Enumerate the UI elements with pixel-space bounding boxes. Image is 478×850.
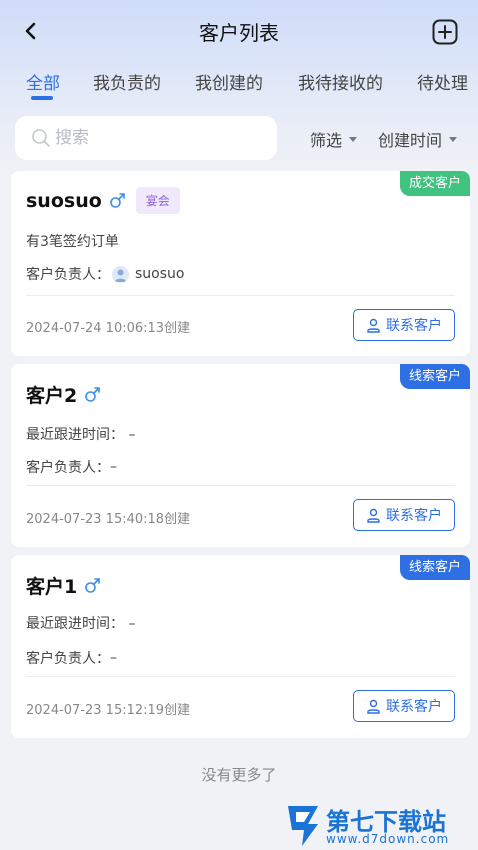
avatar xyxy=(112,265,129,283)
plus-square-icon xyxy=(432,19,458,45)
person-icon xyxy=(367,508,380,523)
order-info: 有3笔签约订单 xyxy=(26,234,119,250)
filter-dropdown[interactable]: 筛选 xyxy=(310,127,358,151)
owner-name: – xyxy=(110,650,117,666)
owner-label: 客户负责人： xyxy=(26,651,110,667)
male-icon xyxy=(85,387,101,402)
customer-status-tag: 成交客户 xyxy=(399,171,470,196)
tab-my-created[interactable]: 我创建的 xyxy=(195,69,263,94)
person-icon xyxy=(367,699,380,714)
card-divider xyxy=(26,676,455,677)
customer-name-row: 客户1 xyxy=(26,572,101,599)
watermark-logo-icon xyxy=(288,806,318,846)
add-customer-button[interactable] xyxy=(432,19,458,45)
watermark-url: www.d7down.com xyxy=(326,832,450,846)
created-time: 2024-07-23 15:40:18创建 xyxy=(26,512,191,527)
owner-row: 客户负责人： suosuo xyxy=(26,264,184,284)
person-icon xyxy=(367,318,380,333)
user-avatar-icon xyxy=(115,269,126,282)
owner-name: – xyxy=(110,459,117,475)
tab-to-process[interactable]: 待处理 xyxy=(417,69,468,94)
customer-status-tag: 线索客户 xyxy=(399,364,470,389)
last-followup: 最近跟进时间： – xyxy=(26,616,136,632)
contact-label: 联系客户 xyxy=(386,699,442,715)
caret-down-icon xyxy=(349,136,358,142)
tab-my-responsible[interactable]: 我负责的 xyxy=(93,69,161,94)
created-time: 2024-07-24 10:06:13创建 xyxy=(26,321,191,336)
search-icon xyxy=(32,129,50,147)
contact-label: 联系客户 xyxy=(386,508,442,524)
owner-row: 客户负责人： – xyxy=(26,648,117,668)
active-tab-indicator xyxy=(31,96,53,100)
filter-tabs: 全部 我负责的 我创建的 我待接收的 待处理 xyxy=(0,62,478,102)
top-bar: 客户列表 xyxy=(0,0,478,62)
contact-customer-button[interactable]: 联系客户 xyxy=(353,690,455,722)
male-icon xyxy=(109,193,125,208)
search-input[interactable] xyxy=(55,128,255,148)
caret-down-icon xyxy=(449,136,458,142)
search-bar[interactable] xyxy=(15,116,277,160)
contact-label: 联系客户 xyxy=(386,318,442,334)
customer-name: 客户2 xyxy=(26,385,78,407)
page-title: 客户列表 xyxy=(199,21,279,45)
customer-name-row: 客户2 xyxy=(26,381,101,408)
owner-label: 客户负责人： xyxy=(26,267,110,283)
customer-name: suosuo xyxy=(26,189,102,212)
sort-label: 创建时间 xyxy=(378,131,443,150)
tab-pending-receive[interactable]: 我待接收的 xyxy=(298,69,383,94)
contact-customer-button[interactable]: 联系客户 xyxy=(353,309,455,341)
owner-label: 客户负责人： xyxy=(26,460,110,476)
customer-name-row: suosuo 宴会 xyxy=(26,187,180,214)
customer-card[interactable]: 成交客户 suosuo 宴会 有3笔签约订单 客户负责人： suosuo 202… xyxy=(11,171,470,356)
tab-all[interactable]: 全部 xyxy=(26,69,60,94)
customer-name: 客户1 xyxy=(26,576,78,598)
customer-card[interactable]: 线索客户 客户2 最近跟进时间： – 客户负责人： – 2024-07-23 1… xyxy=(11,364,470,547)
card-divider xyxy=(26,485,455,486)
male-icon xyxy=(85,578,101,593)
customer-card[interactable]: 线索客户 客户1 最近跟进时间： – 客户负责人： – 2024-07-23 1… xyxy=(11,555,470,738)
last-followup: 最近跟进时间： – xyxy=(26,427,136,443)
owner-row: 客户负责人： – xyxy=(26,457,117,477)
end-of-list-text: 没有更多了 xyxy=(201,766,277,784)
sort-dropdown[interactable]: 创建时间 xyxy=(378,127,458,151)
created-time: 2024-07-23 15:12:19创建 xyxy=(26,703,191,718)
customer-status-tag: 线索客户 xyxy=(399,555,470,580)
owner-name: suosuo xyxy=(135,266,185,282)
customer-type-badge: 宴会 xyxy=(135,187,180,214)
card-divider xyxy=(26,295,455,296)
filter-label: 筛选 xyxy=(310,131,343,150)
contact-customer-button[interactable]: 联系客户 xyxy=(353,499,455,531)
watermark: 第七下载站 www.d7down.com xyxy=(282,800,478,850)
